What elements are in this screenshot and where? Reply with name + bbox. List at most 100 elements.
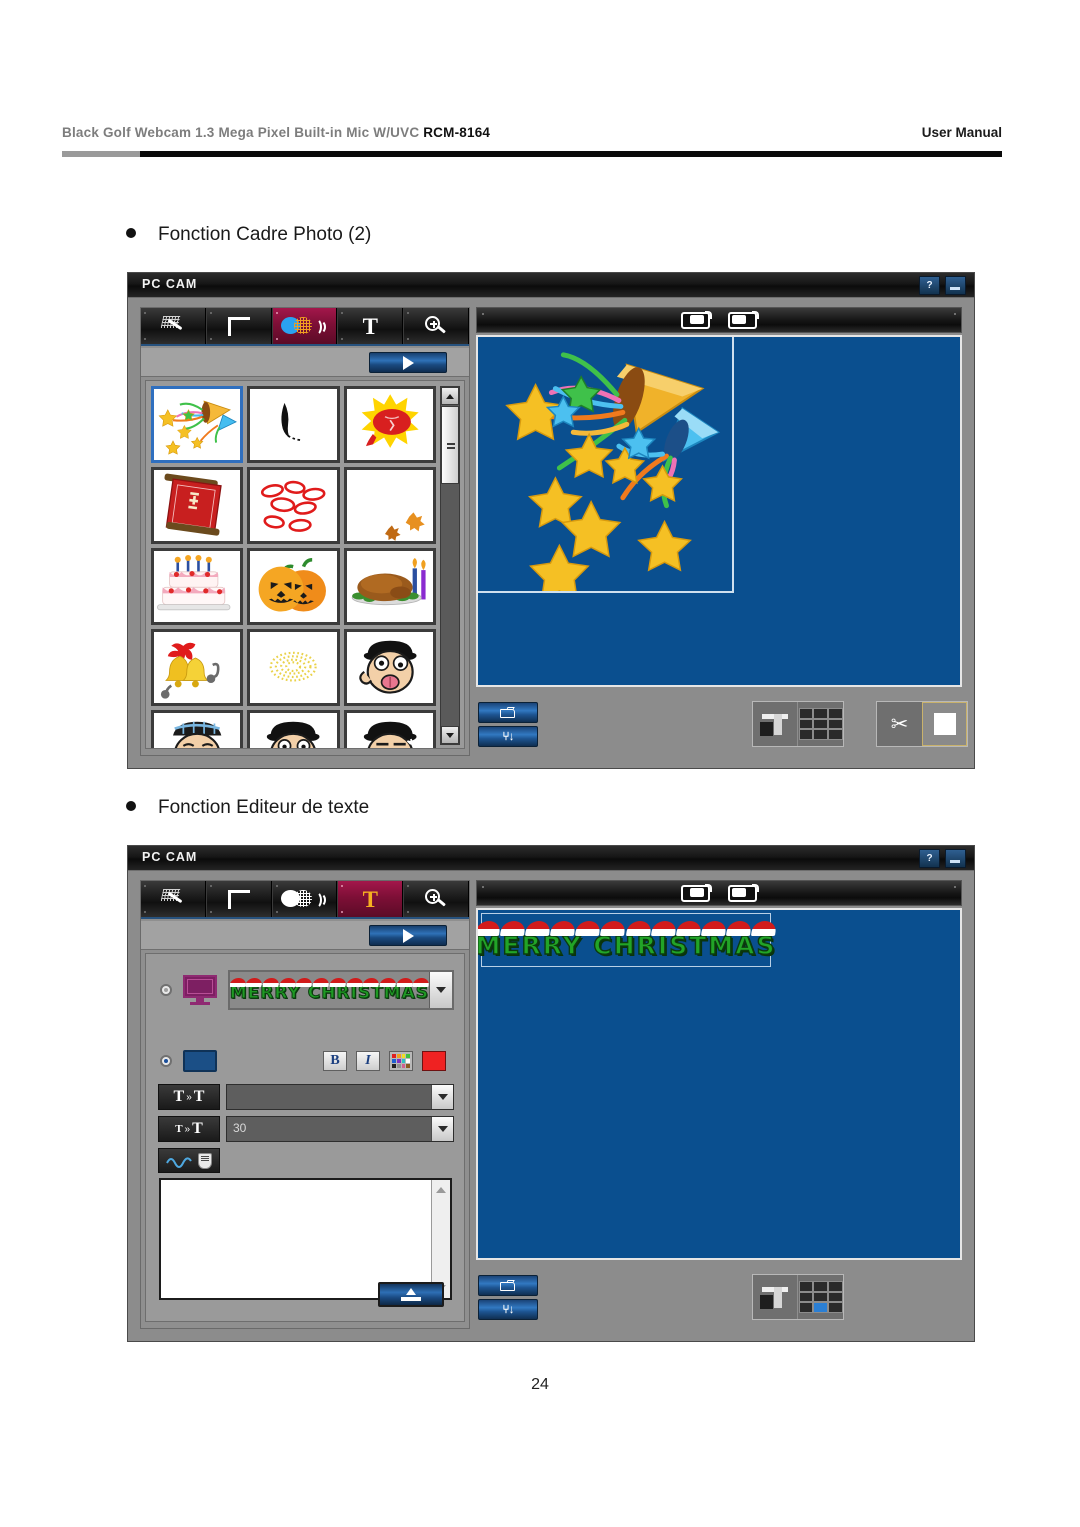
window-controls: ? xyxy=(919,849,966,868)
contrast-toggle-icon[interactable] xyxy=(728,310,759,329)
effects-wand-button[interactable] xyxy=(141,308,206,344)
thumbnail-christmas-bells[interactable] xyxy=(151,629,244,706)
section-title-text: Fonction Editeur de texte xyxy=(158,797,370,818)
open-folder-button[interactable] xyxy=(478,1275,538,1296)
palette-icon xyxy=(392,1054,410,1068)
text-tool-button[interactable]: T xyxy=(337,881,404,917)
text-tool-button[interactable]: T xyxy=(337,308,404,344)
capture-tools: ✂ xyxy=(876,701,968,747)
play-button[interactable] xyxy=(369,925,447,946)
thumbnail-halloween-pumpkins[interactable] xyxy=(247,548,340,625)
layout-selector xyxy=(752,1274,844,1320)
zoom-tool-button[interactable] xyxy=(403,881,469,917)
minimize-button[interactable] xyxy=(945,849,966,868)
contrast-toggle-icon[interactable] xyxy=(728,883,759,902)
preview-screen[interactable] xyxy=(476,335,962,687)
font-family-label-icon: T» T xyxy=(158,1084,220,1110)
window-title: PC CAM xyxy=(142,850,198,864)
palette-button[interactable] xyxy=(389,1051,413,1071)
font-size-dropdown-arrow[interactable] xyxy=(431,1117,453,1141)
photo-frame-button[interactable] xyxy=(271,308,338,344)
effects-wand-button[interactable] xyxy=(141,881,206,917)
thumbnail-black-brush[interactable] xyxy=(247,386,340,463)
window-controls: ? xyxy=(919,276,966,295)
text-effect-button[interactable] xyxy=(158,1148,220,1173)
text-input-field[interactable] xyxy=(161,1180,431,1298)
font-family-dropdown[interactable] xyxy=(226,1084,454,1110)
scroll-up-button[interactable] xyxy=(432,1182,449,1198)
thumbnail-cartoon-face-tongue[interactable] xyxy=(343,629,436,706)
single-view-icon xyxy=(760,1285,790,1309)
preview-screen[interactable]: MERRY CHRISTMAS xyxy=(476,908,962,1260)
wave-icon xyxy=(166,1154,196,1168)
thumbnail-red-lips[interactable] xyxy=(247,467,340,544)
preview-header xyxy=(476,880,962,906)
help-button[interactable]: ? xyxy=(919,849,940,868)
tools-icon: ⑂↓ xyxy=(502,1302,514,1316)
photo-frame-button[interactable] xyxy=(271,881,338,917)
cartoon-face-tongue-art xyxy=(347,632,433,703)
image-mode-radio[interactable] xyxy=(160,984,172,996)
photo-frame-icon xyxy=(281,316,327,336)
layout-single-button[interactable] xyxy=(753,1275,798,1319)
thumbnail-roast-turkey[interactable] xyxy=(343,548,436,625)
play-button[interactable] xyxy=(369,352,447,373)
thumbnail-autumn-leaves[interactable] xyxy=(343,467,436,544)
text-tool-icon: T xyxy=(362,886,378,912)
section-title-photo-frame: Fonction Cadre Photo (2) xyxy=(126,224,371,246)
brightness-toggle-icon[interactable] xyxy=(681,310,712,329)
settings-button[interactable]: ⑂↓ xyxy=(478,726,538,747)
scrollbar-thumb[interactable] xyxy=(441,406,459,484)
layout-grid-button[interactable] xyxy=(798,702,843,746)
text-editor-panel: MERRY CHRISTMAS B I T » T T » T 30 xyxy=(145,953,465,1322)
frame-crop-button[interactable] xyxy=(205,308,272,344)
thumbnail-red-scroll[interactable] xyxy=(151,467,244,544)
apply-text-button[interactable] xyxy=(378,1282,444,1307)
font-glyph-target-icon: T xyxy=(193,1088,205,1105)
font-size-dropdown[interactable]: 30 xyxy=(226,1116,454,1142)
pccam-window-text-editor: PC CAM ? T MERRY CHRISTMAS B I T » T T »… xyxy=(127,845,975,1342)
thumbnail-red-sun-badge[interactable] xyxy=(343,386,436,463)
page-number: 24 xyxy=(531,1376,549,1393)
layout-single-button[interactable] xyxy=(753,702,798,746)
capture-button[interactable] xyxy=(922,702,967,746)
scissors-button[interactable]: ✂ xyxy=(877,702,922,746)
thumbnail-cartoon-face-laugh[interactable] xyxy=(247,710,340,748)
thumbnail-cartoon-face-thinking[interactable] xyxy=(343,710,436,748)
italic-button[interactable]: I xyxy=(356,1051,380,1071)
text-area-scrollbar[interactable] xyxy=(431,1180,450,1298)
minimize-button[interactable] xyxy=(945,276,966,295)
thumbnail-birthday-cake[interactable] xyxy=(151,548,244,625)
font-family-row: T» T xyxy=(158,1084,454,1110)
layout-grid-button[interactable] xyxy=(798,1275,843,1319)
layout-selector xyxy=(752,701,844,747)
thumbnail-cartoon-face-tear[interactable] xyxy=(151,710,244,748)
text-color-swatch[interactable] xyxy=(422,1051,446,1071)
thumbnail-gold-wreath[interactable] xyxy=(247,629,340,706)
text-overlay-box[interactable]: MERRY CHRISTMAS xyxy=(478,913,778,967)
brightness-toggle-icon[interactable] xyxy=(681,883,712,902)
help-button[interactable]: ? xyxy=(919,276,940,295)
left-panel: T xyxy=(140,880,470,1329)
zoom-tool-button[interactable] xyxy=(403,308,469,344)
image-dropdown-arrow[interactable] xyxy=(429,972,452,1008)
red-sun-badge-art xyxy=(347,389,433,460)
bold-button[interactable]: B xyxy=(323,1051,347,1071)
open-folder-button[interactable] xyxy=(478,702,538,723)
font-size-value: 30 xyxy=(233,1121,247,1135)
scroll-up-button[interactable] xyxy=(441,387,459,405)
thumbnail-scrollbar[interactable] xyxy=(440,386,460,745)
black-brush-art xyxy=(250,389,336,460)
bullet-icon xyxy=(126,227,136,238)
scroll-down-button[interactable] xyxy=(441,726,459,744)
image-dropdown[interactable]: MERRY CHRISTMAS xyxy=(227,970,454,1010)
font-family-dropdown-arrow[interactable] xyxy=(431,1085,453,1109)
thumbnail-party-popper[interactable] xyxy=(151,386,244,463)
text-mode-radio[interactable] xyxy=(160,1055,172,1067)
image-dropdown-preview: MERRY CHRISTMAS xyxy=(229,972,429,1008)
frame-crop-button[interactable] xyxy=(205,881,272,917)
party-popper-preview-art xyxy=(478,337,732,591)
red-lips-art xyxy=(250,470,336,541)
settings-button[interactable]: ⑂↓ xyxy=(478,1299,538,1320)
capture-icon xyxy=(933,713,956,735)
